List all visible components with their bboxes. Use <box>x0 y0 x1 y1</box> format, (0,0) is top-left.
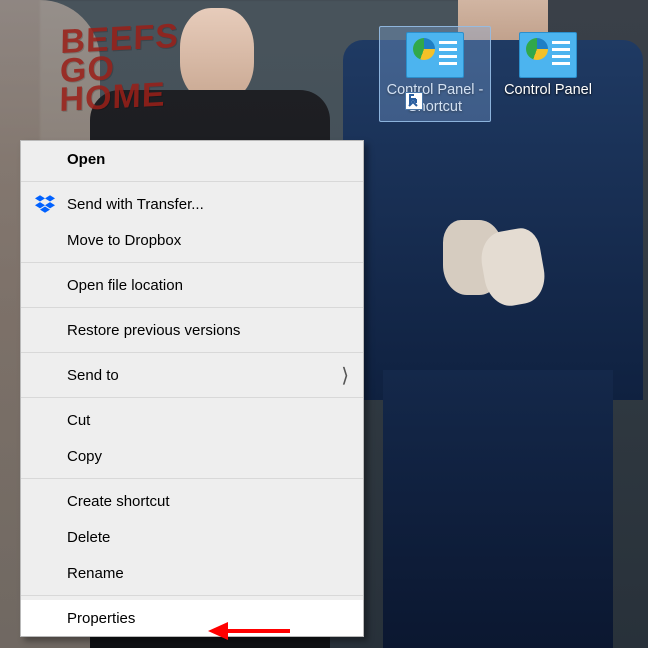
menu-item-create-shortcut[interactable]: Create shortcut <box>21 483 363 519</box>
menu-item-label: Open file location <box>67 277 183 294</box>
menu-item-restore-previous-versions[interactable]: Restore previous versions <box>21 312 363 348</box>
menu-item-label: Delete <box>67 529 110 546</box>
context-menu: Open Send with Transfer... Move to Dropb… <box>20 140 364 637</box>
menu-separator <box>21 181 363 182</box>
control-panel-icon <box>519 32 577 78</box>
desktop-icon-label: Control Panel <box>494 82 602 99</box>
dropbox-icon <box>35 194 55 214</box>
menu-item-label: Cut <box>67 412 90 429</box>
menu-item-label: Move to Dropbox <box>67 232 181 249</box>
desktop-icon-control-panel-shortcut[interactable]: Control Panel - Shortcut <box>381 32 489 116</box>
menu-separator <box>21 397 363 398</box>
menu-item-properties[interactable]: Properties <box>21 600 363 636</box>
menu-item-move-to-dropbox[interactable]: Move to Dropbox <box>21 222 363 258</box>
menu-item-delete[interactable]: Delete <box>21 519 363 555</box>
menu-item-open[interactable]: Open <box>21 141 363 177</box>
menu-item-label: Rename <box>67 565 124 582</box>
control-panel-icon <box>406 32 464 78</box>
shortcut-overlay-icon <box>405 92 423 110</box>
desktop-icon-control-panel[interactable]: Control Panel <box>494 32 602 99</box>
menu-separator <box>21 307 363 308</box>
menu-separator <box>21 262 363 263</box>
menu-item-open-file-location[interactable]: Open file location <box>21 267 363 303</box>
menu-separator <box>21 595 363 596</box>
menu-item-label: Send to <box>67 367 119 384</box>
menu-item-rename[interactable]: Rename <box>21 555 363 591</box>
menu-item-label: Restore previous versions <box>67 322 240 339</box>
menu-item-label: Copy <box>67 448 102 465</box>
menu-separator <box>21 478 363 479</box>
menu-item-cut[interactable]: Cut <box>21 402 363 438</box>
menu-separator <box>21 352 363 353</box>
menu-item-send-with-transfer[interactable]: Send with Transfer... <box>21 186 363 222</box>
background-graffiti-text: BEEFSGOHOME <box>59 22 179 115</box>
menu-item-label: Open <box>67 151 105 168</box>
menu-item-label: Properties <box>67 610 135 627</box>
menu-item-label: Send with Transfer... <box>67 196 204 213</box>
menu-item-copy[interactable]: Copy <box>21 438 363 474</box>
menu-item-send-to[interactable]: Send to ⟩ <box>21 357 363 393</box>
submenu-arrow-icon: ⟩ <box>341 363 349 388</box>
menu-item-label: Create shortcut <box>67 493 170 510</box>
desktop[interactable]: BEEFSGOHOME Control Panel - Shortcut Con… <box>0 0 648 648</box>
